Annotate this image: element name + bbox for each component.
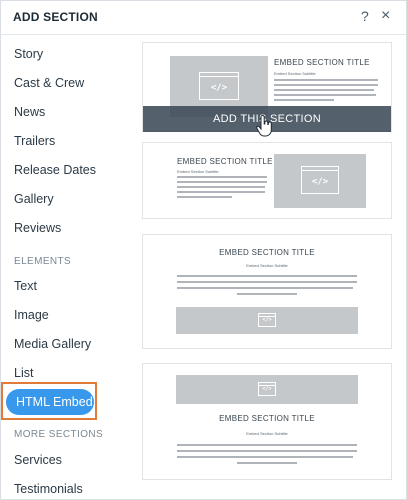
- sidebar-item-media-gallery[interactable]: Media Gallery: [14, 337, 91, 351]
- body-text-line: [237, 293, 297, 295]
- body-text-line: [177, 287, 353, 289]
- embed-section-title: EMBED SECTION TITLE: [177, 157, 273, 166]
- body-text-line: [274, 84, 378, 86]
- more-sections-group-label: MORE SECTIONS: [14, 429, 104, 440]
- body-text-line: [177, 281, 357, 283]
- embed-section-title: EMBED SECTION TITLE: [219, 248, 315, 257]
- body-text-line: [177, 196, 232, 198]
- sidebar-item-release-dates[interactable]: Release Dates: [14, 163, 96, 177]
- section-gallery: </> EMBED SECTION TITLE Embed Section Su…: [133, 37, 406, 500]
- section-sidebar: Story Cast & Crew News Trailers Release …: [1, 37, 133, 500]
- embed-section-title: EMBED SECTION TITLE: [274, 58, 370, 67]
- add-section-panel: ADD SECTION ? × Story Cast & Crew News T…: [0, 0, 407, 500]
- code-embed-icon: </>: [258, 382, 276, 396]
- body-text-line: [177, 456, 353, 458]
- body-text-line: [177, 186, 265, 188]
- body-text-line: [177, 181, 267, 183]
- embed-section-subtitle: Embed Section Subtitle: [246, 431, 288, 436]
- panel-header: ADD SECTION ? ×: [1, 1, 406, 35]
- embed-section-title: EMBED SECTION TITLE: [219, 414, 315, 423]
- sidebar-item-news[interactable]: News: [14, 105, 45, 119]
- body-text-line: [177, 275, 357, 277]
- code-embed-icon: </>: [199, 72, 239, 100]
- body-text-line: [237, 462, 297, 464]
- body-text-line: [177, 450, 357, 452]
- panel-title: ADD SECTION: [13, 10, 98, 24]
- close-icon[interactable]: ×: [381, 7, 390, 25]
- embed-section-subtitle: Embed Section Subtitle: [246, 263, 288, 268]
- body-text-line: [177, 176, 267, 178]
- body-text-line: [177, 191, 265, 193]
- sidebar-item-text[interactable]: Text: [14, 279, 37, 293]
- embed-section-subtitle: Embed Section Subtitle: [274, 71, 316, 76]
- embed-section-subtitle: Embed Section Subtitle: [177, 169, 219, 174]
- body-text-line: [274, 79, 378, 81]
- sidebar-item-trailers[interactable]: Trailers: [14, 134, 55, 148]
- embed-layout-card-4[interactable]: </> EMBED SECTION TITLE Embed Section Su…: [142, 363, 392, 480]
- embed-layout-card-1[interactable]: </> EMBED SECTION TITLE Embed Section Su…: [142, 42, 392, 137]
- embed-layout-card-2[interactable]: EMBED SECTION TITLE Embed Section Subtit…: [142, 142, 392, 219]
- code-embed-icon: </>: [301, 166, 339, 194]
- body-text-line: [274, 94, 376, 96]
- embed-placeholder: </>: [176, 307, 358, 334]
- sidebar-item-gallery[interactable]: Gallery: [14, 192, 54, 206]
- help-icon[interactable]: ?: [361, 8, 369, 24]
- sidebar-item-html-embed[interactable]: HTML Embed: [6, 389, 94, 415]
- sidebar-item-reviews[interactable]: Reviews: [14, 221, 61, 235]
- body-text-line: [177, 444, 357, 446]
- sidebar-item-cast-crew[interactable]: Cast & Crew: [14, 76, 84, 90]
- embed-placeholder: </>: [274, 154, 366, 208]
- body-text-line: [274, 99, 334, 101]
- sidebar-item-services[interactable]: Services: [14, 453, 62, 467]
- sidebar-item-image[interactable]: Image: [14, 308, 49, 322]
- code-embed-icon: </>: [258, 313, 276, 327]
- sidebar-item-story[interactable]: Story: [14, 47, 43, 61]
- sidebar-item-testimonials[interactable]: Testimonials: [14, 482, 83, 496]
- sidebar-item-list[interactable]: List: [14, 366, 33, 380]
- embed-layout-card-3[interactable]: EMBED SECTION TITLE Embed Section Subtit…: [142, 234, 392, 349]
- elements-group-label: ELEMENTS: [14, 256, 72, 267]
- hand-cursor-icon: [256, 115, 272, 137]
- embed-placeholder: </>: [176, 375, 358, 404]
- body-text-line: [274, 89, 374, 91]
